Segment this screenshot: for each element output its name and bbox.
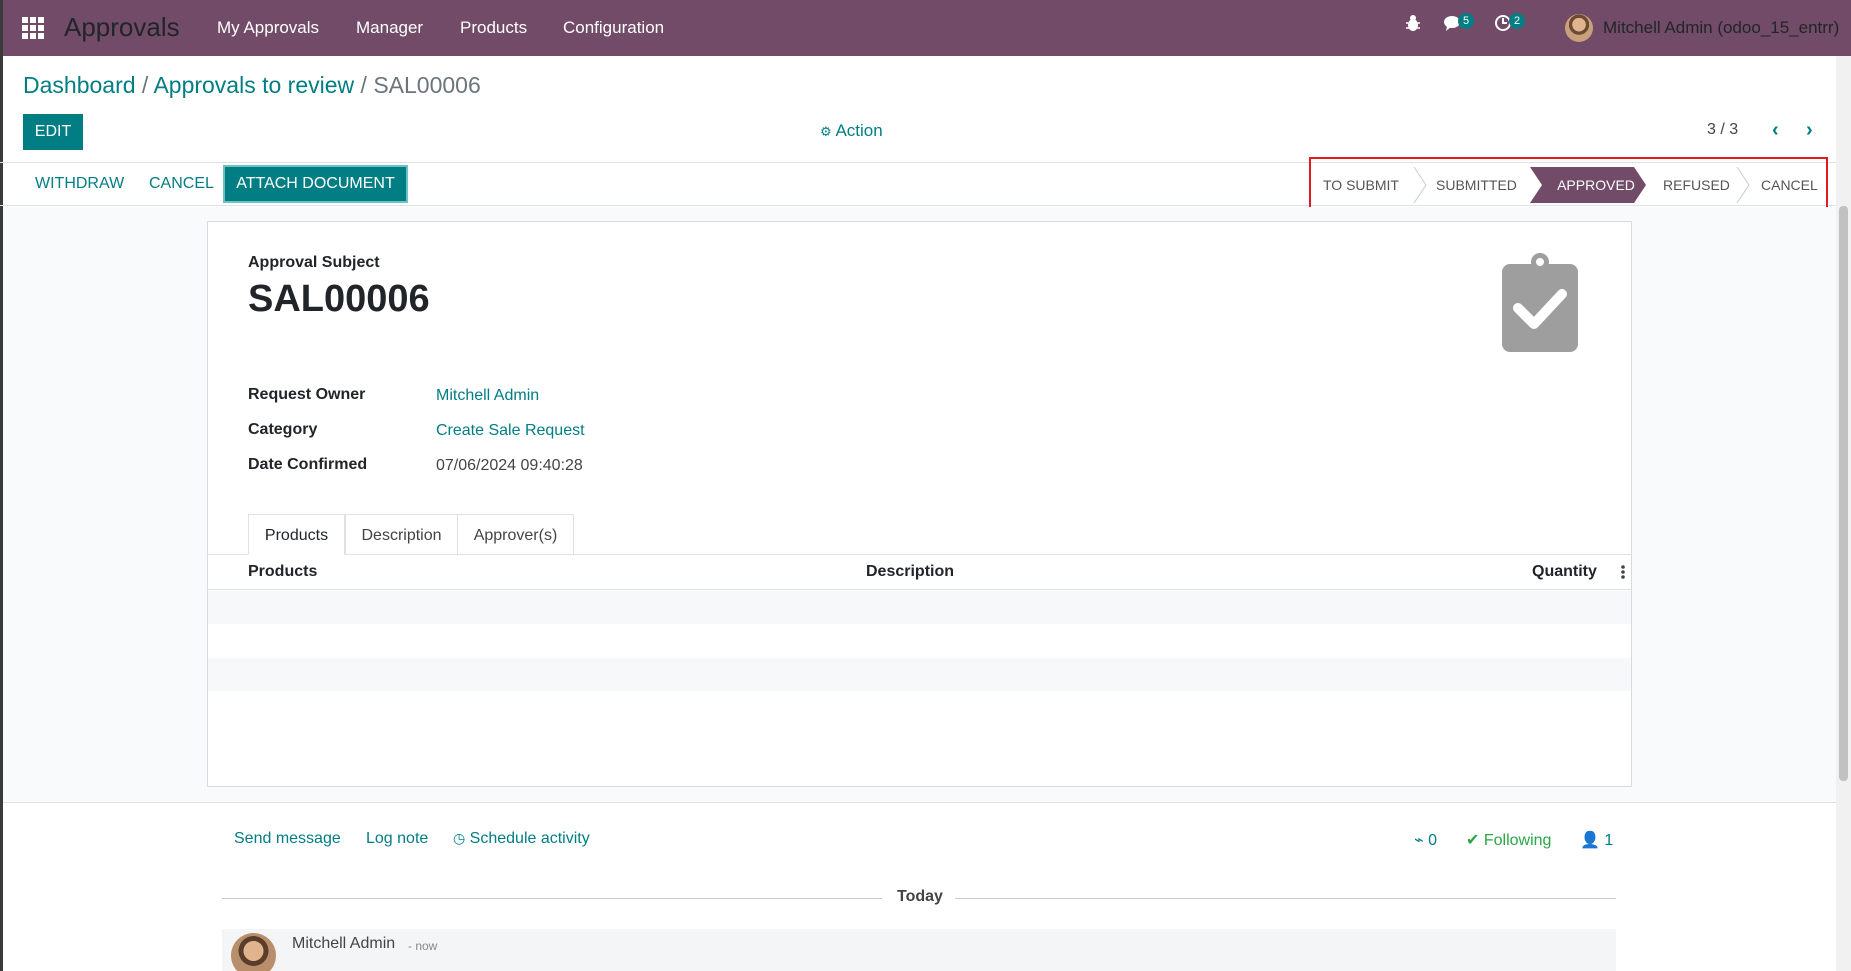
stage-separator (1413, 167, 1427, 203)
schedule-activity-label: Schedule activity (469, 830, 590, 847)
activities-badge: 2 (1509, 13, 1526, 29)
send-message-button[interactable]: Send message (234, 830, 341, 848)
table-row (208, 591, 1631, 624)
column-quantity[interactable]: Quantity (1532, 563, 1597, 581)
stage-pipeline: TO SUBMIT SUBMITTED APPROVED REFUSED CAN… (1309, 157, 1828, 211)
table-row (208, 658, 1631, 691)
date-confirmed-label: Date Confirmed (248, 456, 368, 473)
attachments-count: 0 (1428, 832, 1437, 849)
chevron-left-icon[interactable]: ‹ (1772, 119, 1779, 142)
date-confirmed-value: 07/06/2024 09:40:28 (436, 457, 583, 474)
request-owner-value[interactable]: Mitchell Admin (436, 387, 539, 405)
scrollbar-thumb[interactable] (1839, 206, 1848, 781)
pager-value[interactable]: 3 / 3 (1707, 121, 1738, 139)
followers-button[interactable]: 👤 1 (1580, 830, 1613, 850)
column-description[interactable]: Description (866, 563, 954, 581)
breadcrumb-separator: / (135, 72, 154, 98)
table-header-divider (207, 589, 1632, 590)
stage-refused[interactable]: REFUSED (1663, 167, 1730, 203)
cancel-button[interactable]: CANCEL (149, 175, 214, 193)
breadcrumb-approvals-to-review[interactable]: Approvals to review (153, 72, 354, 98)
stage-separator (1736, 167, 1750, 203)
author-avatar[interactable] (231, 933, 276, 971)
chevron-right-icon[interactable]: › (1806, 119, 1813, 142)
action-menu[interactable]: ⚙ Action (820, 121, 883, 141)
following-button[interactable]: ✔ Following (1466, 830, 1551, 850)
apps-menu-icon[interactable] (22, 17, 44, 39)
message-time: - now (408, 939, 438, 953)
chatter-divider (3, 802, 1836, 803)
user-menu[interactable]: Mitchell Admin (odoo_15_entrr) (1603, 18, 1839, 38)
following-label: Following (1483, 832, 1552, 849)
attach-document-button[interactable]: ATTACH DOCUMENT (223, 165, 408, 203)
breadcrumb-current: SAL00006 (373, 72, 481, 98)
stage-to-submit[interactable]: TO SUBMIT (1323, 167, 1403, 203)
menu-manager[interactable]: Manager (356, 18, 423, 38)
clipboard-check-icon (1502, 253, 1578, 352)
optional-columns-icon[interactable] (1621, 563, 1625, 581)
category-value[interactable]: Create Sale Request (436, 422, 585, 440)
withdraw-button[interactable]: WITHDRAW (35, 175, 124, 193)
breadcrumb-separator: / (354, 72, 374, 98)
menu-configuration[interactable]: Configuration (563, 18, 664, 38)
gear-icon: ⚙ (820, 124, 832, 139)
tab-approvers[interactable]: Approver(s) (457, 514, 574, 555)
date-separator-label: Today (897, 888, 943, 905)
tab-products[interactable]: Products (248, 514, 345, 555)
menu-my-approvals[interactable]: My Approvals (217, 18, 319, 38)
user-icon: 👤 (1580, 832, 1600, 849)
column-products[interactable]: Products (248, 563, 317, 581)
stage-cancel[interactable]: CANCEL (1761, 167, 1821, 203)
debug-bug-icon[interactable] (1405, 14, 1421, 37)
followers-count: 1 (1604, 832, 1614, 849)
app-title[interactable]: Approvals (64, 12, 180, 43)
request-owner-label: Request Owner (248, 386, 366, 403)
breadcrumb-dashboard[interactable]: Dashboard (23, 72, 136, 98)
user-avatar[interactable] (1565, 14, 1593, 42)
schedule-activity-button[interactable]: ◷ Schedule activity (453, 830, 590, 848)
breadcrumb: Dashboard / Approvals to review / SAL000… (23, 72, 481, 99)
stage-submitted[interactable]: SUBMITTED (1436, 167, 1526, 203)
clock-icon: ◷ (453, 830, 466, 846)
paperclip-icon: ⌁ (1414, 832, 1424, 849)
category-label: Category (248, 421, 318, 438)
record-title: SAL00006 (248, 278, 430, 320)
check-icon: ✔ (1466, 832, 1480, 849)
subject-label: Approval Subject (248, 254, 380, 271)
message-author[interactable]: Mitchell Admin (292, 935, 395, 953)
date-separator-line (222, 898, 882, 899)
tab-description[interactable]: Description (345, 514, 458, 555)
stage-approved[interactable]: APPROVED (1543, 167, 1649, 203)
date-separator-line (955, 898, 1616, 899)
edit-button[interactable]: EDIT (23, 114, 83, 150)
menu-products[interactable]: Products (460, 18, 527, 38)
attachments-button[interactable]: ⌁ 0 (1414, 830, 1437, 850)
messages-badge: 5 (1458, 13, 1475, 29)
action-label: Action (835, 121, 883, 140)
log-note-button[interactable]: Log note (366, 830, 428, 848)
